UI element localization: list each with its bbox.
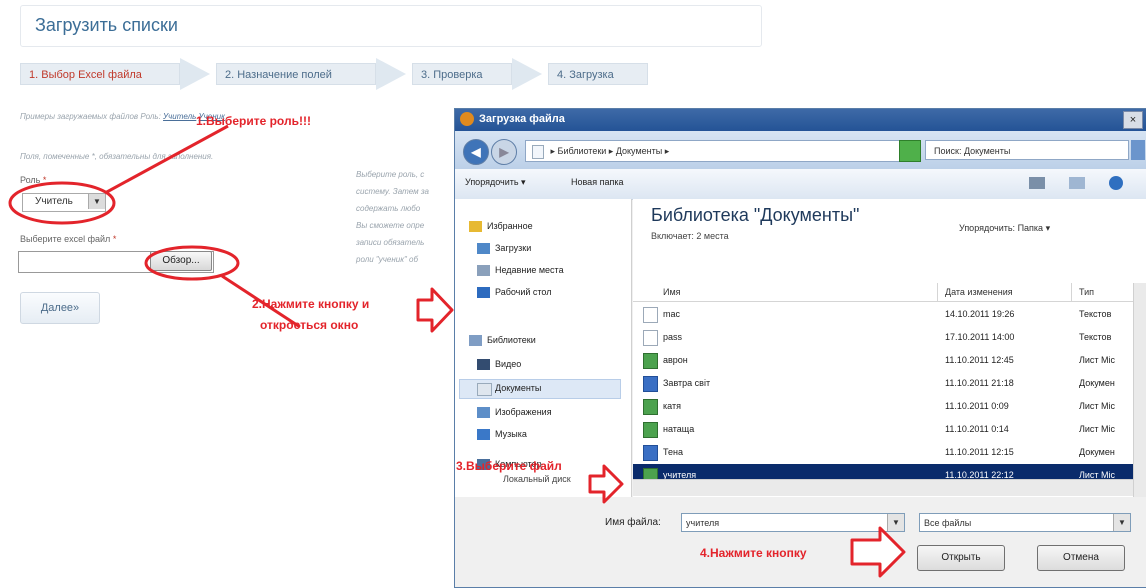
- arrow-right-annotation: [850, 526, 906, 578]
- arrow-line-annotation: [104, 124, 229, 195]
- annotation-step-2-line2: откроеться окно: [260, 318, 359, 332]
- arrow-right-annotation: [416, 287, 454, 333]
- arrow-right-annotation: [588, 464, 624, 504]
- annotation-step-4: 4.Нажмите кнопку: [700, 546, 807, 560]
- browse-circle-annotation: [144, 245, 240, 281]
- annotation-step-1: 1.Выберите роль!!!: [196, 114, 311, 128]
- annotation-step-3: 3.Выберите файл: [456, 459, 562, 473]
- annotation-step-2-line1: 2.Нажмите кнопку и: [252, 297, 370, 311]
- role-circle-annotation: [8, 181, 116, 225]
- annotation-overlay: [8, 124, 906, 578]
